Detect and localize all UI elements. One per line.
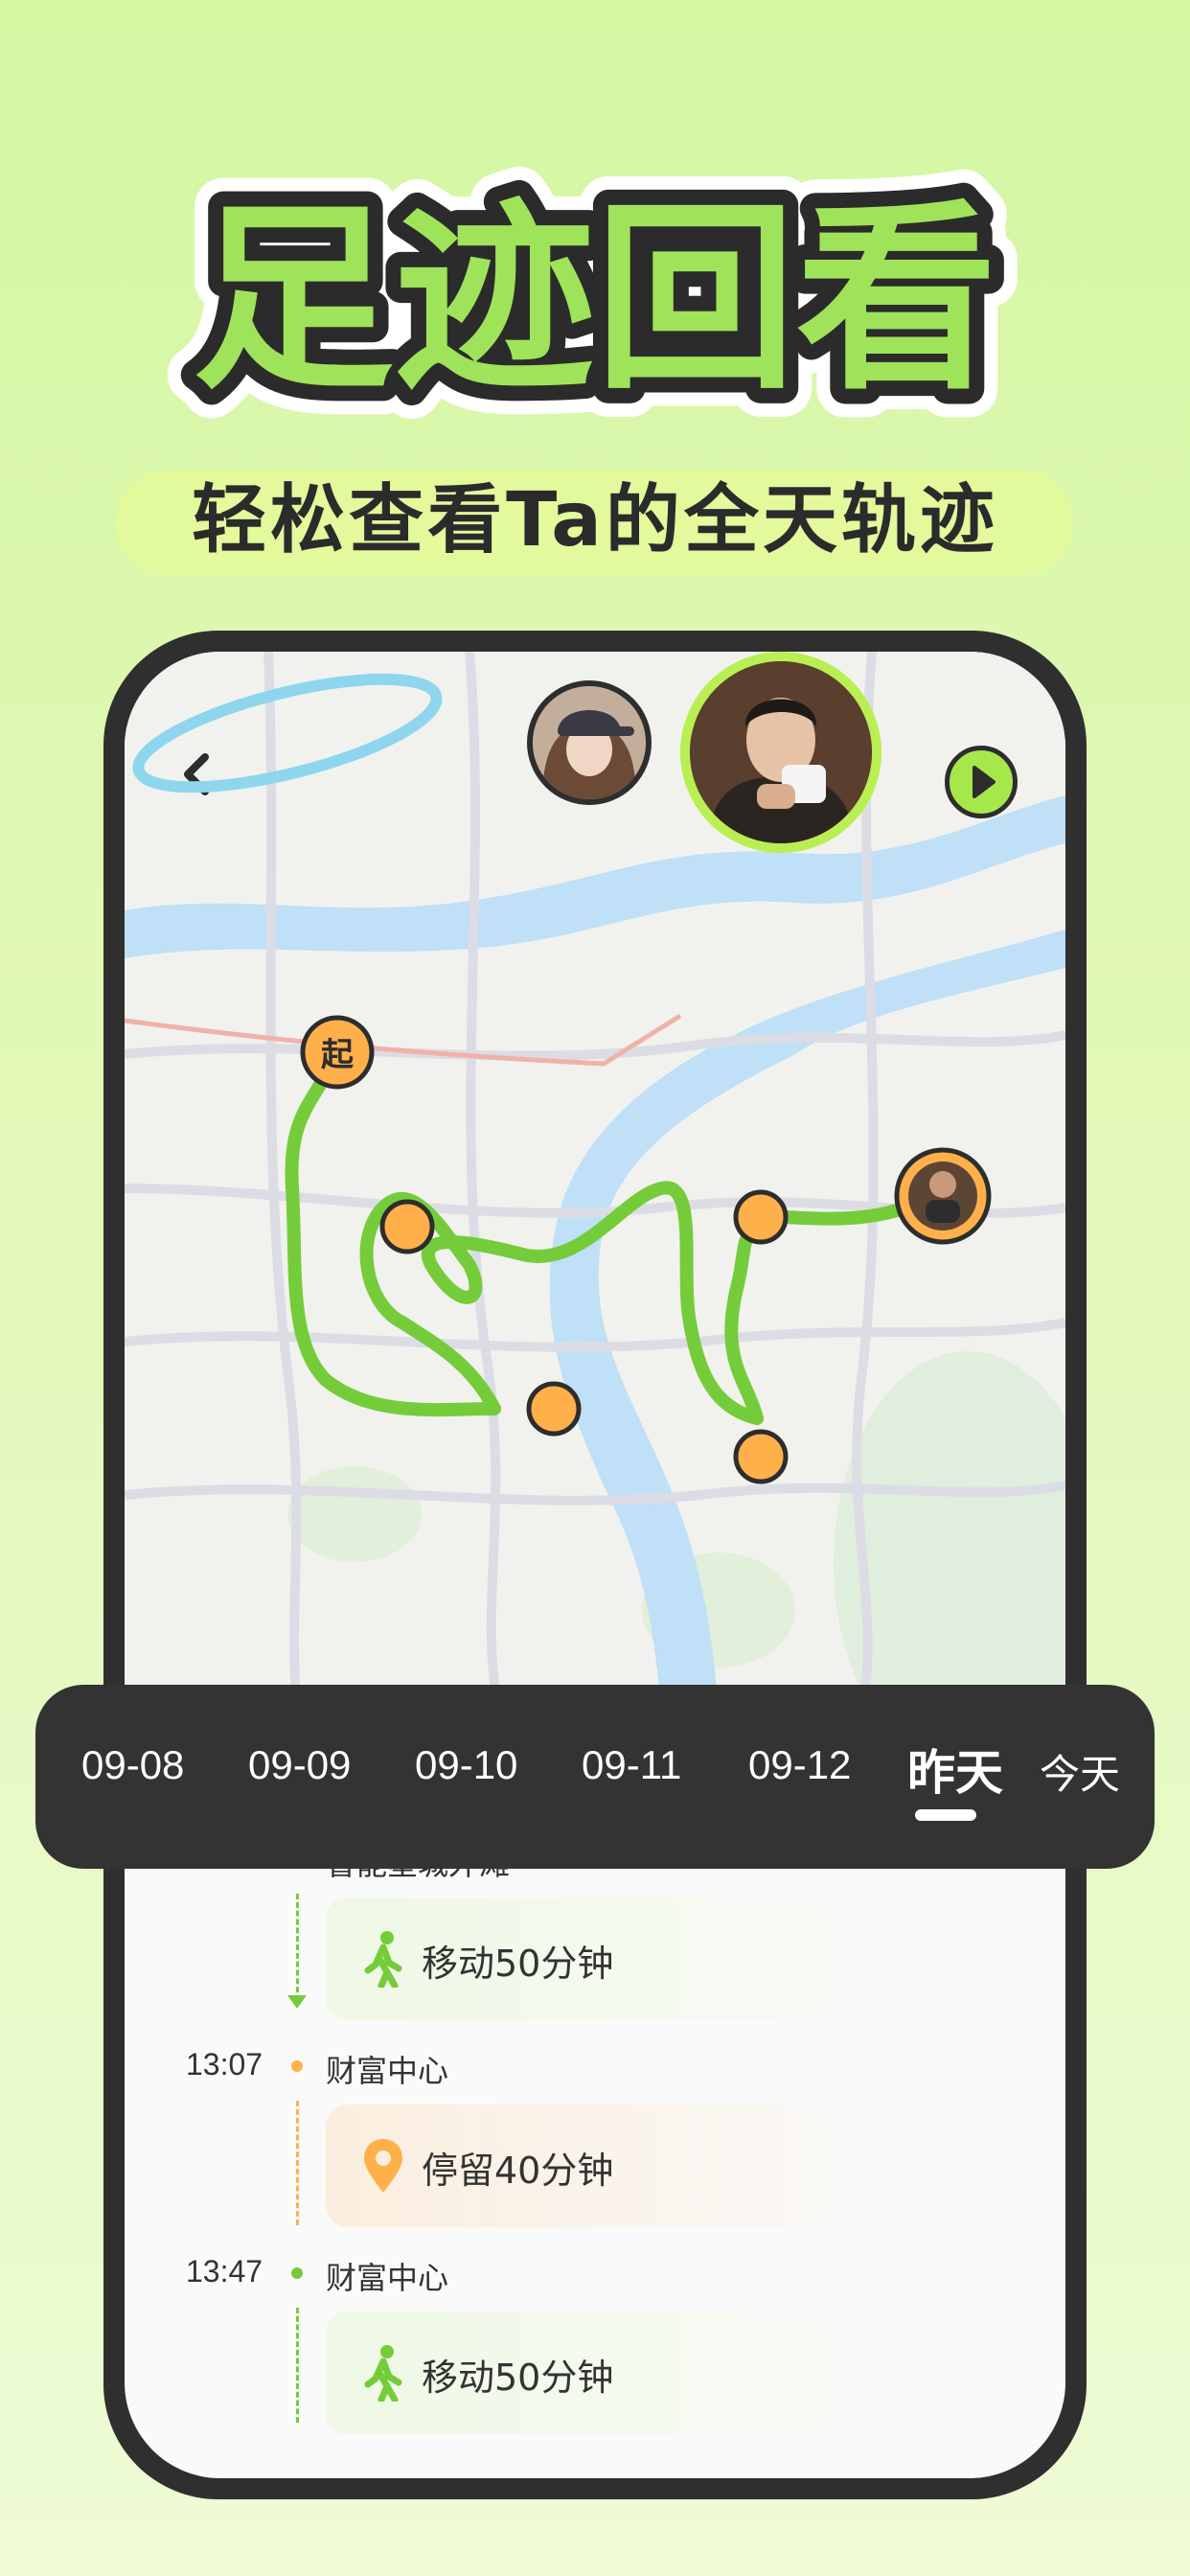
hero-title-graphic: 足迹回看 足迹回看 足迹回看 — [164, 153, 1026, 446]
walking-icon — [364, 1931, 402, 1988]
date-tab[interactable]: 今天 — [1040, 1742, 1120, 1801]
phone-screen: 起 移动50分钟 13:07 财富中心 停留40分钟 13:47 财富中心 移动… — [125, 652, 1065, 2478]
timeline-connector — [296, 1894, 299, 2001]
card-label: 移动50分钟 — [422, 1943, 614, 1985]
orbit-ring-decoration — [132, 673, 443, 794]
partner-avatar[interactable] — [527, 680, 652, 805]
stop-marker[interactable] — [526, 1381, 582, 1437]
card-label: 移动50分钟 — [422, 2357, 614, 2399]
date-tab[interactable]: 09-08 — [81, 1742, 184, 1788]
stay-card[interactable]: 停留40分钟 — [326, 2104, 996, 2227]
phone-frame: 起 移动50分钟 13:07 财富中心 停留40分钟 13:47 财富中心 移动… — [103, 631, 1087, 2499]
hero-title-text: 足迹回看 — [193, 182, 997, 417]
location-pin-icon — [364, 2139, 402, 2193]
stop-marker[interactable] — [379, 1199, 435, 1254]
date-tab-selected[interactable]: 昨天 — [907, 1735, 1003, 1804]
arrow-down-icon — [287, 1995, 307, 2009]
route-map[interactable]: 起 — [125, 652, 1065, 1706]
date-selector[interactable]: 09-08 09-09 09-10 09-11 09-12 昨天 今天 — [35, 1685, 1155, 1869]
movement-card[interactable]: 移动50分钟 — [326, 1898, 996, 2020]
entry-time: 13:07 — [186, 2047, 263, 2082]
date-tab[interactable]: 09-11 — [582, 1742, 681, 1788]
my-avatar[interactable] — [680, 652, 881, 853]
stop-marker[interactable] — [733, 1429, 789, 1484]
play-icon — [973, 766, 995, 798]
my-avatar-photo — [690, 661, 872, 843]
date-tab[interactable]: 09-09 — [248, 1742, 351, 1788]
timeline-connector — [296, 2308, 299, 2423]
entry-dot — [291, 2267, 303, 2279]
entry-dot — [291, 2060, 303, 2072]
date-tab[interactable]: 09-10 — [415, 1742, 517, 1788]
date-tab[interactable]: 09-12 — [748, 1742, 851, 1788]
start-marker-label: 起 — [321, 1036, 355, 1074]
entry-place: 财富中心 — [326, 2260, 449, 2296]
walking-icon — [364, 2345, 402, 2402]
hero-title: 足迹回看 足迹回看 足迹回看 — [0, 144, 1190, 446]
entry-place: 财富中心 — [326, 2053, 449, 2089]
stop-marker[interactable] — [733, 1189, 789, 1245]
hero-subtitle: 轻松查看Ta的全天轨迹 — [192, 477, 998, 564]
selected-date-indicator — [915, 1809, 976, 1821]
timeline-connector — [296, 2101, 299, 2225]
partner-avatar-photo — [533, 686, 646, 799]
play-track-button[interactable] — [945, 746, 1018, 818]
movement-card[interactable]: 移动50分钟 — [326, 2312, 996, 2434]
entry-time: 13:47 — [186, 2254, 263, 2288]
card-label: 停留40分钟 — [422, 2150, 614, 2192]
